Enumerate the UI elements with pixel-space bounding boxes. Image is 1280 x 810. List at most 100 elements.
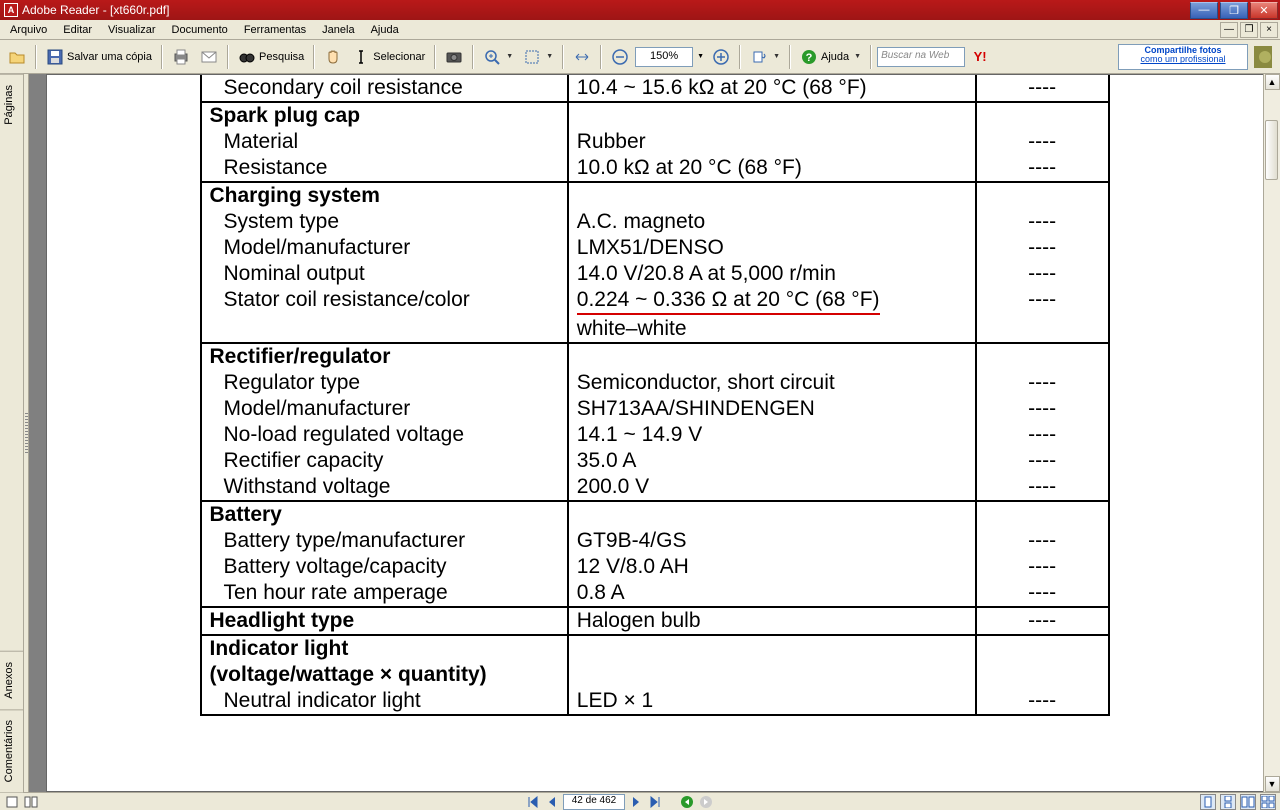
marquee-zoom-icon xyxy=(523,48,541,66)
spec-limit-cell: ---- xyxy=(976,75,1109,102)
ad-line2: como um profissional xyxy=(1119,55,1247,65)
spec-value-cell: Semiconductor, short circuitSH713AA/SHIN… xyxy=(568,343,976,501)
spec-value-cell: A.C. magnetoLMX51/DENSO14.0 V/20.8 A at … xyxy=(568,182,976,343)
spec-value-cell: 10.4 ~ 15.6 kΩ at 20 °C (68 °F) xyxy=(568,75,976,102)
menu-arquivo[interactable]: Arquivo xyxy=(2,22,55,38)
menu-visualizar[interactable]: Visualizar xyxy=(100,22,164,38)
toolbar: Salvar uma cópia Pesquisa Selecionar ▼ ▼… xyxy=(0,40,1280,74)
rotate-button[interactable]: ▼ xyxy=(746,45,784,69)
scroll-down-button[interactable]: ▼ xyxy=(1265,776,1280,792)
table-row: Spark plug capMaterialResistance Rubber1… xyxy=(201,102,1109,182)
plus-circle-icon xyxy=(712,48,730,66)
envelope-icon xyxy=(200,48,218,66)
hand-tool-button[interactable] xyxy=(320,45,346,69)
page-size-icon[interactable] xyxy=(4,794,20,810)
spec-limit-cell: -------------------- xyxy=(976,343,1109,501)
save-copy-label: Salvar uma cópia xyxy=(67,51,152,63)
fit-width-button[interactable] xyxy=(569,45,595,69)
first-page-button[interactable] xyxy=(525,794,541,810)
menu-janela[interactable]: Janela xyxy=(314,22,362,38)
email-button[interactable] xyxy=(196,45,222,69)
table-row: Indicator light(voltage/wattage × quanti… xyxy=(201,635,1109,715)
photo-icon xyxy=(1254,48,1272,66)
sidebar: Páginas Anexos Comentários xyxy=(0,74,24,792)
help-label: Ajuda xyxy=(821,51,849,63)
save-copy-button[interactable]: Salvar uma cópia xyxy=(42,45,156,69)
scroll-up-button[interactable]: ▲ xyxy=(1265,74,1280,90)
ad-banner[interactable]: Compartilhe fotos como um profissional xyxy=(1118,44,1248,70)
titlebar: A Adobe Reader - [xt660r.pdf] — ❐ ✕ xyxy=(0,0,1280,20)
chevron-down-icon[interactable]: ▼ xyxy=(695,53,706,60)
folder-open-icon xyxy=(8,48,26,66)
spec-label-cell: Headlight type xyxy=(201,607,568,635)
zoom-marquee-button[interactable]: ▼ xyxy=(519,45,557,69)
scroll-track[interactable] xyxy=(1264,90,1280,776)
window-controls: — ❐ ✕ xyxy=(1188,2,1278,19)
menu-editar[interactable]: Editar xyxy=(55,22,100,38)
document-area[interactable]: Secondary coil resistance10.4 ~ 15.6 kΩ … xyxy=(29,74,1280,792)
continuous-facing-view-button[interactable] xyxy=(1260,794,1276,810)
continuous-view-button[interactable] xyxy=(1220,794,1236,810)
page-number-input[interactable]: 42 de 462 xyxy=(563,794,625,810)
spec-label-cell: BatteryBattery type/manufacturerBattery … xyxy=(201,501,568,607)
chevron-down-icon: ▼ xyxy=(546,53,553,60)
print-button[interactable] xyxy=(168,45,194,69)
sidebar-tab-attachments[interactable]: Anexos xyxy=(0,651,23,709)
search-button[interactable]: Pesquisa xyxy=(234,45,308,69)
spec-limit-cell: ------------ xyxy=(976,501,1109,607)
zoom-plus-button[interactable] xyxy=(708,45,734,69)
doc-restore-button[interactable]: ❐ xyxy=(1240,22,1258,38)
help-button[interactable]: ? Ajuda ▼ xyxy=(796,45,865,69)
spec-limit-cell: ---- xyxy=(976,635,1109,715)
snapshot-button[interactable] xyxy=(441,45,467,69)
spec-value-cell: Halogen bulb xyxy=(568,607,976,635)
binoculars-icon xyxy=(238,48,256,66)
minimize-button[interactable]: — xyxy=(1190,2,1218,19)
maximize-button[interactable]: ❐ xyxy=(1220,2,1248,19)
web-search-input[interactable]: Buscar na Web xyxy=(877,47,965,67)
spec-label-cell: Spark plug capMaterialResistance xyxy=(201,102,568,182)
last-page-button[interactable] xyxy=(647,794,663,810)
forward-button[interactable] xyxy=(698,794,714,810)
open-button[interactable] xyxy=(4,45,30,69)
doc-close-button[interactable]: × xyxy=(1260,22,1278,38)
yahoo-search-button[interactable]: Y! xyxy=(967,45,993,69)
spec-limit-cell: -------- xyxy=(976,102,1109,182)
ad-image-button[interactable] xyxy=(1250,45,1276,69)
floppy-disk-icon xyxy=(46,48,64,66)
table-row: Secondary coil resistance10.4 ~ 15.6 kΩ … xyxy=(201,75,1109,102)
app-icon: A xyxy=(4,3,18,17)
single-page-view-button[interactable] xyxy=(1200,794,1216,810)
printer-icon xyxy=(172,48,190,66)
select-tool-button[interactable]: Selecionar xyxy=(348,45,429,69)
hand-icon xyxy=(324,48,342,66)
scroll-thumb[interactable] xyxy=(1265,120,1278,180)
zoom-in-button[interactable]: ▼ xyxy=(479,45,517,69)
page-layout-icon[interactable] xyxy=(23,794,39,810)
sidebar-tab-comments[interactable]: Comentários xyxy=(0,709,23,792)
table-row: Headlight typeHalogen bulb---- xyxy=(201,607,1109,635)
next-page-button[interactable] xyxy=(628,794,644,810)
pdf-page: Secondary coil resistance10.4 ~ 15.6 kΩ … xyxy=(46,74,1264,792)
search-label: Pesquisa xyxy=(259,51,304,63)
spec-label-cell: Indicator light(voltage/wattage × quanti… xyxy=(201,635,568,715)
prev-page-button[interactable] xyxy=(544,794,560,810)
specification-table: Secondary coil resistance10.4 ~ 15.6 kΩ … xyxy=(200,75,1110,716)
vertical-scrollbar[interactable]: ▲ ▼ xyxy=(1263,74,1280,792)
statusbar: 42 de 462 xyxy=(0,792,1280,810)
table-row: BatteryBattery type/manufacturerBattery … xyxy=(201,501,1109,607)
menu-ajuda[interactable]: Ajuda xyxy=(363,22,407,38)
spec-limit-cell: ---- xyxy=(976,607,1109,635)
spec-limit-cell: ---------------- xyxy=(976,182,1109,343)
facing-view-button[interactable] xyxy=(1240,794,1256,810)
zoom-out-button[interactable] xyxy=(607,45,633,69)
menu-documento[interactable]: Documento xyxy=(164,22,236,38)
doc-minimize-button[interactable]: — xyxy=(1220,22,1238,38)
zoom-value-box[interactable]: 150% xyxy=(635,47,693,67)
chevron-down-icon: ▼ xyxy=(854,53,861,60)
back-button[interactable] xyxy=(679,794,695,810)
menu-ferramentas[interactable]: Ferramentas xyxy=(236,22,314,38)
close-button[interactable]: ✕ xyxy=(1250,2,1278,19)
spec-value-cell: GT9B-4/GS12 V/8.0 AH0.8 A xyxy=(568,501,976,607)
sidebar-tab-pages[interactable]: Páginas xyxy=(0,74,23,135)
